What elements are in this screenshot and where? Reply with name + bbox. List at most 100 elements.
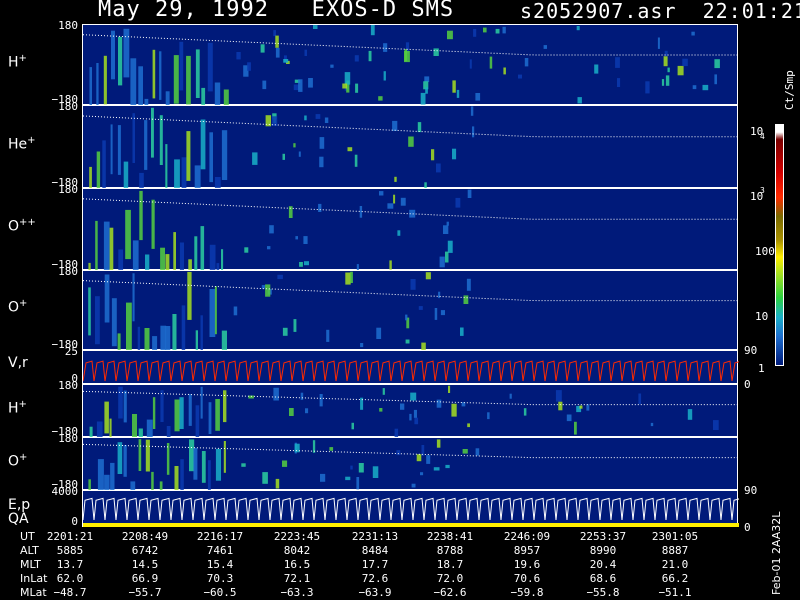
velocity-trace: [544, 360, 557, 382]
spectrogram-cell: [460, 327, 464, 336]
spectrogram-cell: [223, 89, 229, 106]
footer-row: ALT 5885 6742 7461 8042 8484 8788 8957 8990 8887: [0, 544, 770, 558]
velocity-trace: [434, 360, 447, 382]
spectrogram-cell: [475, 448, 480, 456]
spectrogram-cell: [260, 44, 265, 53]
velocity-trace: [577, 360, 590, 382]
energy-trace: [170, 497, 183, 521]
spectrogram-cell: [691, 31, 695, 36]
spectrogram-cell: [356, 477, 360, 490]
velocity-trace: [170, 360, 183, 382]
spectrogram-cell: [379, 408, 383, 412]
energy-trace: [423, 497, 436, 521]
spectrogram-cell: [518, 74, 522, 79]
pitch-angle-trace: [83, 443, 739, 459]
spectrogram-cell: [88, 287, 91, 336]
energy-trace: [489, 497, 502, 521]
energy-trace: [566, 497, 579, 521]
spectrogram-cell: [456, 89, 460, 98]
spectrogram-cell: [221, 130, 228, 180]
spectrogram-cell: [489, 56, 493, 69]
spectrogram-cell: [463, 295, 469, 304]
y-tick-label: 180: [58, 19, 78, 32]
velocity-trace: [467, 360, 480, 382]
spectrogram-cell: [714, 74, 717, 85]
energy-trace: [687, 497, 700, 521]
spectrogram-cell: [165, 144, 168, 189]
spectrogram-cell: [275, 47, 280, 58]
velocity-trace: [302, 360, 315, 382]
spectrogram-cell: [144, 120, 148, 170]
panel-7-plot: [83, 497, 739, 527]
spectrogram-cell: [304, 115, 307, 121]
velocity-trace: [280, 360, 293, 382]
spectrogram-cell: [123, 161, 129, 189]
velocity-trace: [478, 360, 491, 382]
spectrogram-cell: [139, 190, 143, 241]
energy-trace: [731, 498, 739, 521]
velocity-trace: [357, 360, 370, 382]
spectrogram-cell: [313, 25, 318, 29]
spectrogram-cell: [110, 124, 113, 175]
spectrogram-cell: [138, 439, 142, 471]
energy-trace: [159, 497, 172, 521]
spectrogram-cell: [650, 422, 654, 427]
y-tick-label: 180: [58, 432, 78, 445]
velocity-trace: [346, 360, 359, 382]
velocity-trace: [291, 360, 304, 382]
spectrogram-cell: [252, 152, 258, 165]
footer-cell: 7461: [206, 544, 234, 557]
y-tick-label: 180: [58, 100, 78, 113]
spectrogram-cell: [215, 448, 221, 481]
spectrogram-cell: [445, 251, 449, 263]
footer-cell: 16.5: [283, 558, 311, 571]
spectrogram-cell: [411, 483, 416, 488]
energy-trace: [665, 497, 678, 521]
spectrogram-cell: [109, 227, 114, 271]
spectrogram-cell: [144, 328, 150, 351]
spectrogram-cell: [576, 26, 580, 31]
energy-trace: [258, 497, 271, 521]
velocity-trace: [599, 360, 612, 382]
energy-trace: [291, 497, 304, 521]
spectrogram-cell: [355, 83, 359, 93]
velocity-trace: [104, 360, 117, 382]
orbit-footer: UT 2201:21 2208:49 2216:17 2223:45 2231:13 223…: [0, 530, 770, 600]
spectrogram-cell: [223, 441, 226, 473]
file-timestamp: s2052907.asr 22:01:21: [520, 0, 800, 23]
spectrogram-cell: [275, 478, 280, 489]
panel-7: [82, 490, 739, 527]
spectrogram-cell: [440, 310, 445, 316]
spectrogram-cell: [434, 308, 438, 320]
spectrogram-cell: [118, 386, 123, 419]
spectrogram-cell: [523, 408, 527, 416]
footer-cell: −55.7: [128, 586, 162, 599]
spectrogram-cell: [413, 409, 417, 418]
spectrogram-cell: [159, 51, 162, 100]
panel-label-2: QA: [8, 510, 29, 527]
velocity-trace: [445, 360, 458, 382]
colorbar-tick-label: 1: [758, 362, 765, 375]
energy-trace: [621, 497, 634, 521]
colorbar-tick-label: 3: [760, 186, 765, 195]
spectrogram-cell: [269, 225, 274, 234]
spectrogram-cell: [487, 412, 490, 420]
footer-cell: 8042: [283, 544, 311, 557]
footer-cell: −48.7: [53, 586, 87, 599]
spectrogram-cell: [146, 419, 153, 438]
spectrogram-cell: [273, 30, 276, 37]
spectrogram-cell: [160, 325, 167, 351]
spectrogram-cell: [350, 271, 353, 283]
energy-trace: [104, 497, 117, 521]
page-title: May 29, 1992 EXOS-D SMS: [98, 0, 455, 22]
spectrogram-cell: [104, 474, 110, 491]
energy-trace: [588, 497, 601, 521]
spectrogram-cell: [543, 45, 547, 49]
footer-cell: −62.6: [433, 586, 467, 599]
y-tick-label: 4000: [51, 485, 79, 498]
spectrogram-cell: [577, 97, 582, 104]
velocity-trace: [621, 360, 634, 382]
spectrogram-cell: [400, 197, 406, 206]
spectrogram-cell: [376, 327, 382, 339]
spectrogram-cell: [186, 55, 191, 105]
